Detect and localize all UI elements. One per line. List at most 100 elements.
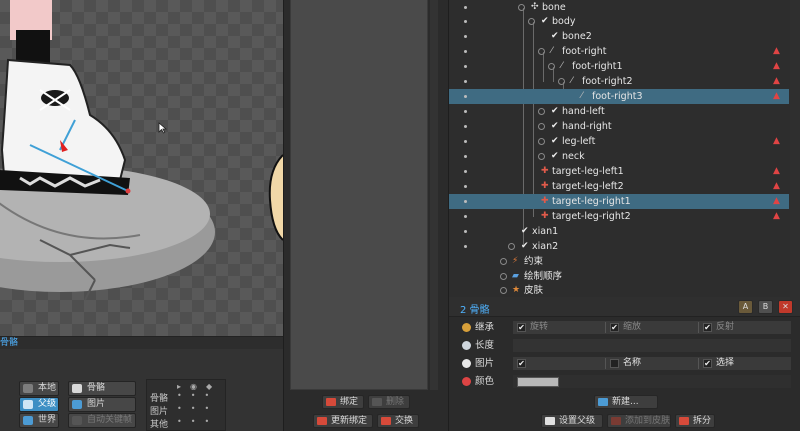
bone-show-icon xyxy=(72,384,82,393)
visibility-dot-icon[interactable] xyxy=(464,110,467,113)
image-select-checkbox[interactable]: ✔ xyxy=(703,359,712,368)
visibility-dot-icon[interactable] xyxy=(464,245,467,248)
show-images-button[interactable]: 图片 xyxy=(68,397,136,412)
weights-scrollbar[interactable] xyxy=(430,0,438,390)
tree-node-target-leg-right1[interactable]: ✚ target-leg-right1 ▲ xyxy=(449,194,789,209)
axes-local-button[interactable]: 本地 xyxy=(19,381,59,396)
set-parent-button[interactable]: 设置父级 xyxy=(541,414,603,428)
bone-icon: ⁄ xyxy=(551,46,553,56)
split-button[interactable]: 拆分 xyxy=(675,414,715,428)
expand-toggle-icon[interactable] xyxy=(518,4,525,11)
tree-node-foot-right[interactable]: ⁄ foot-right ▲ xyxy=(449,44,789,59)
tree-node-leg-left[interactable]: ✔ leg-left ▲ xyxy=(449,134,789,149)
axes-parent-button[interactable]: 父级 xyxy=(19,397,59,412)
keyframe-icon[interactable]: ▲ xyxy=(773,164,780,179)
tree-node-bone[interactable]: ✣ bone xyxy=(449,0,789,15)
tree-node-xian1[interactable]: ✔ xian1 xyxy=(449,224,789,239)
visibility-dot-icon[interactable] xyxy=(464,6,467,9)
tree-node-neck[interactable]: ✔ neck xyxy=(449,149,789,164)
image-name-checkbox[interactable] xyxy=(610,359,619,368)
expand-toggle-icon[interactable] xyxy=(538,48,545,55)
new-button[interactable]: 新建... xyxy=(594,395,658,409)
expand-toggle-icon[interactable] xyxy=(538,138,545,145)
inherit-scale-label: 缩放 xyxy=(623,322,642,332)
visibility-dot-icon[interactable] xyxy=(464,65,467,68)
swap-button[interactable]: 交换 xyxy=(377,414,419,428)
visibility-dot-icon[interactable] xyxy=(464,20,467,23)
image-visible-checkbox[interactable]: ✔ xyxy=(517,359,526,368)
keyframe-icon[interactable]: ▲ xyxy=(773,44,780,59)
expand-toggle-icon[interactable] xyxy=(500,258,507,265)
expand-toggle-icon[interactable] xyxy=(528,18,535,25)
tree-node-foot-right3[interactable]: ⁄ foot-right3 ▲ xyxy=(449,89,789,104)
tree-scrollbar[interactable] xyxy=(790,0,800,297)
keyframe-icon[interactable]: ▲ xyxy=(773,179,780,194)
visibility-dot-icon[interactable] xyxy=(464,80,467,83)
color-swatch[interactable] xyxy=(517,377,559,387)
visibility-dot-icon[interactable] xyxy=(464,125,467,128)
keyframe-icon[interactable]: ▲ xyxy=(773,89,780,104)
keyframe-icon[interactable]: ▲ xyxy=(773,209,780,224)
bind-button[interactable]: 绑定 xyxy=(322,395,364,409)
tree-node-skins[interactable]: ★ 皮肤 xyxy=(449,283,789,298)
visibility-others-toggles[interactable]: ••• xyxy=(177,417,218,426)
show-bones-button[interactable]: 骨骼 xyxy=(68,381,136,396)
visibility-dot-icon[interactable] xyxy=(464,50,467,53)
parent-axis-icon xyxy=(23,400,33,409)
visibility-dot-icon[interactable] xyxy=(464,170,467,173)
add-to-skin-button[interactable]: 添加到皮肤 xyxy=(607,414,671,428)
visibility-dot-icon[interactable] xyxy=(464,140,467,143)
properties-header: 2 骨骼 A B ✕ xyxy=(449,297,800,317)
target-bone-icon: ✚ xyxy=(541,181,549,191)
visibility-images-toggles[interactable]: ••• xyxy=(177,404,218,413)
tree-node-body[interactable]: ✔ body xyxy=(449,14,789,29)
visibility-bones-toggles[interactable]: ••• xyxy=(177,391,218,400)
tree-node-bone2[interactable]: ✔ bone2 xyxy=(449,29,789,44)
visibility-dot-icon[interactable] xyxy=(464,155,467,158)
inherit-scale-checkbox[interactable]: ✔ xyxy=(610,323,619,332)
tree-node-draw-order[interactable]: ▰ 绘制顺序 xyxy=(449,269,789,284)
inherit-rotation-checkbox[interactable]: ✔ xyxy=(517,323,526,332)
tree-node-target-leg-right2[interactable]: ✚ target-leg-right2 ▲ xyxy=(449,209,789,224)
inherit-reflect-checkbox[interactable]: ✔ xyxy=(703,323,712,332)
visibility-dot-icon[interactable] xyxy=(464,215,467,218)
keyframe-icon[interactable]: ▲ xyxy=(773,74,780,89)
expand-toggle-icon[interactable] xyxy=(500,287,507,294)
visibility-dot-icon[interactable] xyxy=(464,230,467,233)
axes-world-button[interactable]: 世界 xyxy=(19,413,59,428)
tree-node-constraints[interactable]: ⚡ 约束 xyxy=(449,254,789,269)
expand-toggle-icon[interactable] xyxy=(558,78,565,85)
remove-button[interactable]: 删除 xyxy=(368,395,410,409)
keyframe-icon[interactable]: ▲ xyxy=(773,134,780,149)
header-option-b-button[interactable]: B xyxy=(758,300,773,314)
visibility-dot-icon[interactable] xyxy=(464,185,467,188)
keyframe-icon[interactable]: ▲ xyxy=(773,59,780,74)
visibility-dot-icon[interactable] xyxy=(464,95,467,98)
tree-node-hand-left[interactable]: ✔ hand-left xyxy=(449,104,789,119)
length-field[interactable] xyxy=(513,339,791,352)
expand-toggle-icon[interactable] xyxy=(500,273,507,280)
color-wheel-icon xyxy=(462,377,471,386)
close-icon[interactable]: ✕ xyxy=(778,300,793,314)
keyframe-icon[interactable]: ▲ xyxy=(773,194,780,209)
color-row: 颜色 xyxy=(458,374,800,389)
tree-node-foot-right1[interactable]: ⁄ foot-right1 ▲ xyxy=(449,59,789,74)
weights-list[interactable] xyxy=(290,0,428,390)
expand-toggle-icon[interactable] xyxy=(538,108,545,115)
visibility-dot-icon[interactable] xyxy=(464,35,467,38)
auto-key-button[interactable]: 自动关键帧 xyxy=(68,413,136,428)
update-bind-button[interactable]: 更新绑定 xyxy=(313,414,373,428)
boot xyxy=(0,58,127,182)
expand-toggle-icon[interactable] xyxy=(548,63,555,70)
tree-node-target-leg-left1[interactable]: ✚ target-leg-left1 ▲ xyxy=(449,164,789,179)
tree-node-hand-right[interactable]: ✔ hand-right xyxy=(449,119,789,134)
expand-toggle-icon[interactable] xyxy=(538,123,545,130)
expand-toggle-icon[interactable] xyxy=(508,243,515,250)
visibility-dot-icon[interactable] xyxy=(464,200,467,203)
header-option-a-button[interactable]: A xyxy=(738,300,753,314)
expand-toggle-icon[interactable] xyxy=(538,153,545,160)
tree-node-xian2[interactable]: ✔ xian2 xyxy=(449,239,789,254)
divider xyxy=(605,322,606,333)
tree-node-foot-right2[interactable]: ⁄ foot-right2 ▲ xyxy=(449,74,789,89)
tree-node-target-leg-left2[interactable]: ✚ target-leg-left2 ▲ xyxy=(449,179,789,194)
